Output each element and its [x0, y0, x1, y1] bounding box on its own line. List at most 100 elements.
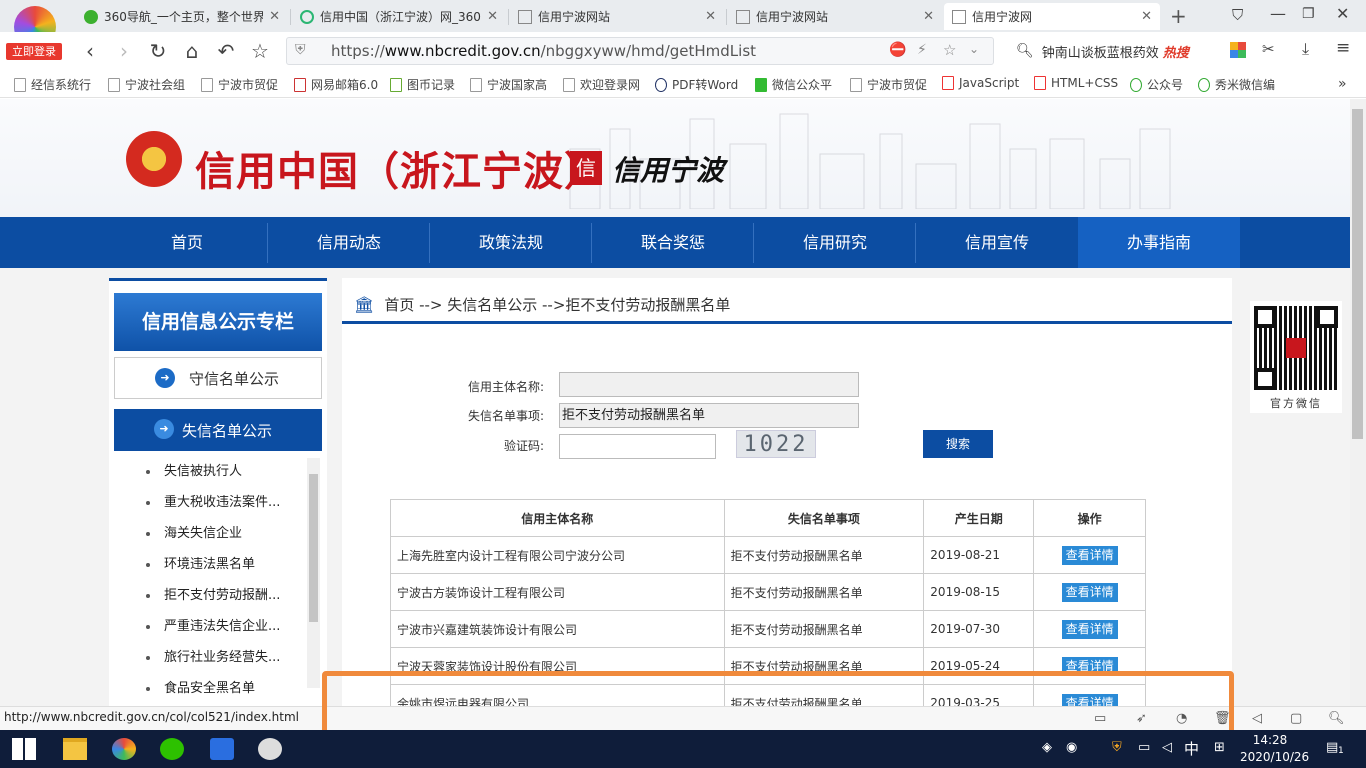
nav-policy[interactable]: 政策法规	[430, 217, 592, 268]
sidebar-item[interactable]: 拒不支付劳动报酬...	[114, 580, 310, 611]
app-icon[interactable]	[258, 738, 282, 760]
keyboard-icon[interactable]: ⊞	[1214, 740, 1225, 755]
menu-icon[interactable]: ≡	[1336, 38, 1350, 58]
star-icon[interactable]: ☆	[248, 40, 272, 62]
back-icon[interactable]: ‹	[78, 40, 102, 62]
view-detail-button[interactable]: 查看详情	[1061, 619, 1118, 639]
scissors-icon[interactable]: ✂	[1262, 40, 1275, 58]
apps-grid-icon[interactable]	[1230, 42, 1246, 58]
nav-rewards-penalties[interactable]: 联合奖惩	[592, 217, 754, 268]
sidebar-distrust-list[interactable]: ➜ 失信名单公示	[114, 409, 322, 451]
qq-icon[interactable]: ◉	[1066, 740, 1077, 755]
fire-icon	[942, 76, 954, 90]
tray-app-icon[interactable]: ◈	[1042, 740, 1052, 755]
nav-credit-news[interactable]: 信用动态	[268, 217, 430, 268]
sidebar-trust-list[interactable]: ➜ 守信名单公示	[114, 357, 322, 399]
view-detail-button[interactable]: 查看详情	[1061, 545, 1118, 565]
bookmark[interactable]: 宁波市贸促	[850, 76, 930, 93]
bookmark[interactable]: JavaScript	[942, 76, 1022, 90]
shirt-icon[interactable]: ⛉	[1232, 6, 1243, 24]
browser-360-icon[interactable]	[112, 738, 136, 760]
wechat-qr-widget[interactable]: 官方微信	[1250, 301, 1342, 413]
clock[interactable]: 14:28 2020/10/26	[1240, 732, 1309, 766]
network-icon[interactable]: ▭	[1138, 740, 1150, 755]
close-tab-icon[interactable]: ✕	[923, 9, 934, 24]
search-text[interactable]: 钟南山谈板蓝根药效	[1042, 42, 1159, 61]
speaker-icon[interactable]: ◁	[1162, 740, 1172, 755]
view-detail-button[interactable]: 查看详情	[1061, 582, 1118, 602]
chevron-down-icon[interactable]: ⌄	[969, 42, 979, 56]
bookmark[interactable]: 宁波社会组	[108, 76, 188, 93]
bookmark[interactable]: PDF转Word	[655, 76, 745, 93]
ime-indicator[interactable]: 中	[1184, 738, 1199, 759]
shield-lock-icon[interactable]: ⛨	[295, 42, 306, 58]
address-bar[interactable]: ⛨ https://www.nbcredit.gov.cn/nbggxyww/h…	[286, 37, 994, 65]
bookmark[interactable]: 欢迎登录网	[563, 76, 643, 93]
nav-home[interactable]: 首页	[106, 217, 268, 268]
shield-icon[interactable]: ⛨	[1112, 740, 1122, 755]
subject-name-input[interactable]	[559, 372, 859, 397]
download-icon[interactable]: ⤓	[1302, 39, 1309, 59]
folder-icon[interactable]	[63, 738, 87, 760]
lightning-icon[interactable]: ⚡	[917, 42, 927, 58]
bookmark[interactable]: 秀米微信编	[1198, 76, 1284, 93]
tab-credit-china[interactable]: 信用中国（浙江宁波）网_360 ✕	[292, 3, 506, 30]
zoom-icon[interactable]: 🔍︎	[1328, 711, 1345, 726]
close-tab-icon[interactable]: ✕	[1141, 9, 1152, 24]
undo-icon[interactable]: ↶	[214, 40, 238, 62]
wechat-icon[interactable]	[160, 738, 184, 760]
captcha-input[interactable]	[559, 434, 716, 459]
home-icon[interactable]: ⌂	[180, 40, 204, 62]
url-text[interactable]: https://www.nbcredit.gov.cn/nbggxyww/hmd…	[331, 42, 756, 60]
fire-icon	[1034, 76, 1046, 90]
sidebar-item[interactable]: 海关失信企业	[114, 518, 310, 549]
restore-icon[interactable]: ❐	[1302, 6, 1315, 22]
close-tab-icon[interactable]: ✕	[705, 9, 716, 24]
scroll-thumb[interactable]	[1352, 109, 1363, 439]
favorite-icon[interactable]: ☆	[943, 41, 956, 59]
new-tab-button[interactable]: +	[1170, 4, 1187, 28]
search-box[interactable]: 🔍︎ 钟南山谈板蓝根药效 热搜	[1010, 37, 1220, 65]
sidebar-item[interactable]: 环境违法黑名单	[114, 549, 310, 580]
list-item-input[interactable]: 拒不支付劳动报酬黑名单	[559, 403, 859, 428]
sidebar-item[interactable]: 食品安全黑名单	[114, 673, 310, 704]
tab-credit-ningbo-1[interactable]: 信用宁波网站 ✕	[510, 3, 724, 30]
page-scrollbar[interactable]	[1350, 99, 1366, 706]
bookmarks-more[interactable]: »	[1338, 76, 1347, 92]
nav-publicity[interactable]: 信用宣传	[916, 217, 1078, 268]
login-badge[interactable]: 立即登录	[6, 43, 62, 60]
bookmark[interactable]: 网易邮箱6.0	[294, 76, 378, 93]
nav-guide[interactable]: 办事指南	[1078, 217, 1240, 268]
window-icon[interactable]: ▢	[1290, 711, 1302, 726]
bookmark[interactable]: 微信公众平	[755, 76, 835, 93]
wps-icon[interactable]	[210, 738, 234, 760]
minimize-icon[interactable]: —	[1270, 4, 1286, 23]
sidebar-item[interactable]: 失信被执行人	[114, 456, 310, 487]
sidebar-item[interactable]: 严重违法失信企业...	[114, 611, 310, 642]
bookmark[interactable]: 宁波市贸促	[201, 76, 281, 93]
notification-icon[interactable]: ▤	[1326, 740, 1338, 755]
bookmark[interactable]: 图币记录	[390, 76, 470, 93]
sidebar-item[interactable]: 旅行社业务经营失...	[114, 642, 310, 673]
bookmark[interactable]: 公众号	[1130, 76, 1190, 93]
tab-credit-ningbo-2[interactable]: 信用宁波网站 ✕	[728, 3, 942, 30]
bookmark[interactable]: HTML+CSS	[1034, 76, 1118, 90]
sidebar-item[interactable]: 重大税收违法案件...	[114, 487, 310, 518]
close-window-icon[interactable]: ✕	[1336, 4, 1349, 23]
tab-360-nav[interactable]: 360导航_一个主页，整个世界 ✕	[76, 3, 288, 30]
tab-credit-ningbo-active[interactable]: 信用宁波网 ✕	[944, 3, 1160, 30]
search-button[interactable]: 搜索	[923, 430, 993, 458]
volume-icon[interactable]: ◁	[1252, 711, 1262, 726]
nav-research[interactable]: 信用研究	[754, 217, 916, 268]
windows-start-icon[interactable]	[12, 738, 36, 760]
close-tab-icon[interactable]: ✕	[487, 9, 498, 24]
bookmark[interactable]: 宁波国家高	[470, 76, 550, 93]
bookmark[interactable]: 经信系统行	[14, 76, 94, 93]
ad-block-icon[interactable]: ⛔	[889, 42, 906, 58]
close-tab-icon[interactable]: ✕	[269, 9, 280, 24]
scroll-thumb[interactable]	[309, 474, 318, 622]
captcha-image[interactable]: 1022	[736, 430, 816, 458]
reload-icon[interactable]: ↻	[146, 40, 170, 62]
sidebar-scrollbar[interactable]	[307, 458, 320, 688]
forward-icon[interactable]: ›	[112, 40, 136, 62]
